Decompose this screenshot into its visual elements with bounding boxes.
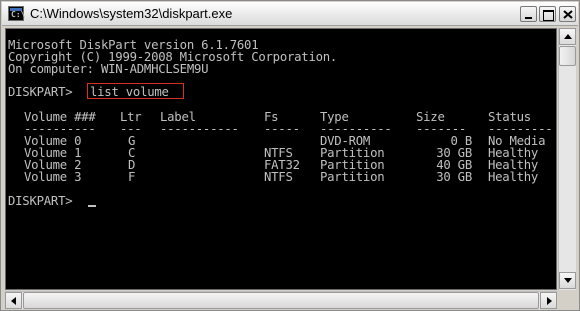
title-bar[interactable]: C:\ C:\Windows\system32\diskpart.exe [2, 2, 578, 26]
cell-type: Partition [320, 170, 385, 184]
resize-grip[interactable] [558, 291, 576, 309]
arrow-down-icon [564, 278, 572, 283]
vertical-scrollbar[interactable] [558, 28, 576, 290]
arrow-left-icon [11, 297, 16, 305]
final-prompt-line: DISKPART> [8, 195, 73, 207]
cell-ltr: F [128, 170, 136, 184]
command-line: DISKPART> list volume [8, 86, 169, 98]
prompt: DISKPART> [8, 194, 73, 208]
close-button[interactable] [559, 6, 576, 22]
minimize-button[interactable] [520, 6, 537, 22]
cell-fs: NTFS [264, 170, 293, 184]
scroll-down-button[interactable] [559, 272, 576, 289]
cell-size: 30 GB [436, 170, 472, 184]
arrow-up-icon [564, 34, 572, 39]
text-cursor [88, 205, 96, 207]
command-highlight-box [87, 83, 184, 99]
cell-status: Healthy [488, 170, 539, 184]
maximize-button[interactable] [539, 6, 556, 22]
vertical-scroll-thumb[interactable] [559, 46, 576, 66]
separator: ----- [264, 122, 300, 136]
console-output[interactable]: Microsoft DiskPart version 6.1.7601 Copy… [5, 28, 557, 290]
cell-volume: Volume 3 [24, 170, 82, 184]
separator: ----------- [160, 122, 239, 136]
console-app-icon[interactable]: C:\ [8, 6, 25, 21]
scroll-right-button[interactable] [540, 292, 557, 309]
horizontal-scroll-thumb[interactable] [23, 292, 539, 309]
horizontal-scrollbar[interactable] [5, 291, 557, 309]
table-row: Volume 3 F NTFS Partition 30 GB Healthy [8, 171, 538, 183]
header-line-computer: On computer: WIN-ADMHCLSEM9U [8, 62, 209, 76]
scroll-up-button[interactable] [559, 28, 576, 45]
close-icon [563, 10, 573, 19]
scroll-left-button[interactable] [5, 292, 22, 309]
window-title: C:\Windows\system32\diskpart.exe [30, 6, 233, 21]
diskpart-window: C:\ C:\Windows\system32\diskpart.exe Mic… [0, 0, 580, 311]
prompt: DISKPART> [8, 85, 73, 99]
arrow-right-icon [547, 297, 552, 305]
